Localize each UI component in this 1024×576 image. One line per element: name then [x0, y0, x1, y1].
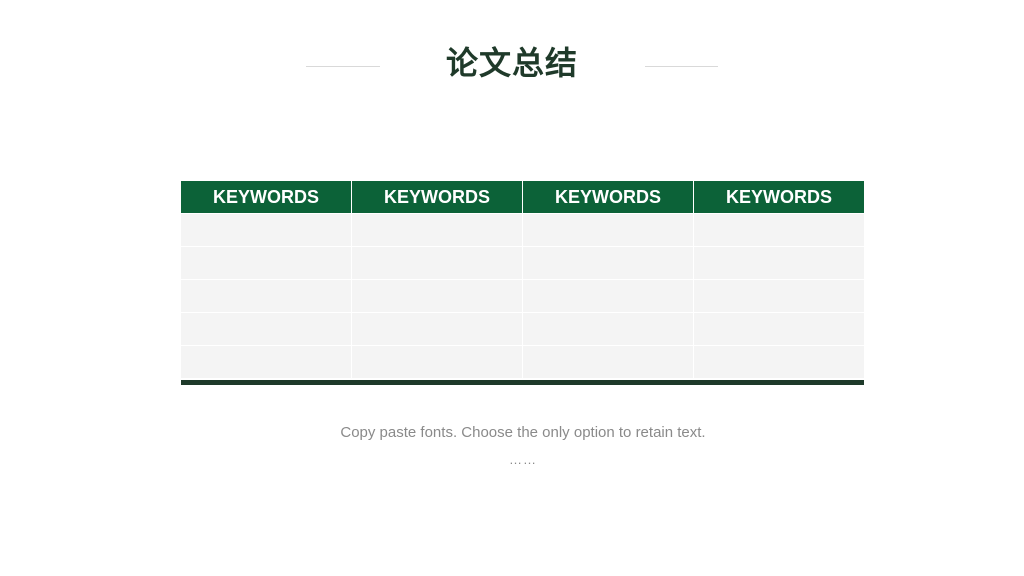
table-cell	[522, 280, 693, 312]
table-cell	[181, 313, 351, 345]
table-header-row: KEYWORDS KEYWORDS KEYWORDS KEYWORDS	[181, 181, 864, 213]
page-title: 论文总结	[445, 44, 578, 82]
table-bottom-bar	[181, 380, 864, 385]
table-cell	[693, 346, 864, 378]
table-cell	[351, 214, 522, 246]
table-cell	[351, 280, 522, 312]
table-header-cell: KEYWORDS	[212, 186, 319, 207]
caption-text: Copy paste fonts. Choose the only option…	[340, 424, 706, 441]
table-cell	[522, 214, 693, 246]
table-row	[181, 279, 864, 312]
table-cell	[181, 247, 351, 279]
table-row	[181, 213, 864, 246]
table-cell	[522, 247, 693, 279]
table-cell	[181, 346, 351, 378]
ellipsis-text: ……	[509, 452, 537, 467]
table-cell	[522, 346, 693, 378]
table-cell	[181, 280, 351, 312]
title-row: 论文总结	[0, 36, 1024, 86]
title-divider-right	[645, 66, 718, 67]
table-cell	[693, 313, 864, 345]
table-cell	[693, 214, 864, 246]
table-cell	[693, 247, 864, 279]
table-row	[181, 345, 864, 378]
table-header-cell: KEYWORDS	[351, 181, 522, 213]
table-row	[181, 246, 864, 279]
table-cell	[693, 280, 864, 312]
table-header-cell: KEYWORDS	[522, 181, 693, 213]
table-cell	[351, 247, 522, 279]
table-cell	[522, 313, 693, 345]
table-header-cell: KEYWORDS	[693, 181, 864, 213]
table-row	[181, 312, 864, 345]
table-cell	[351, 346, 522, 378]
table-cell	[181, 214, 351, 246]
keywords-table: KEYWORDS KEYWORDS KEYWORDS KEYWORDS	[181, 181, 864, 385]
table-cell	[351, 313, 522, 345]
